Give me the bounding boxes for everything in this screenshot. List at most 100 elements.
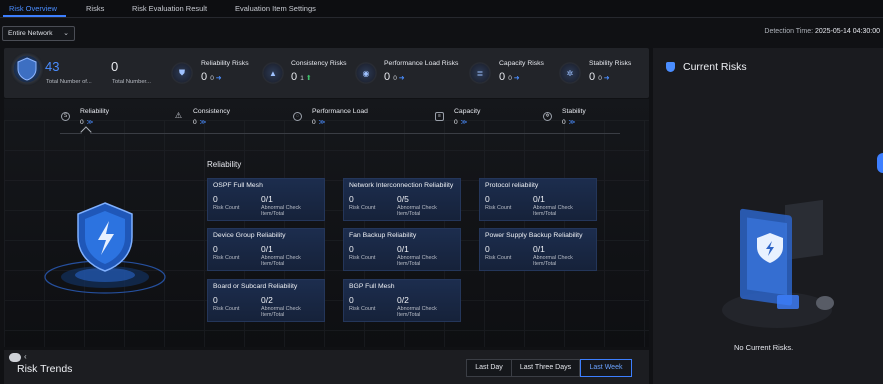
card-risk-count-label: Risk Count — [485, 205, 512, 211]
stability-risks-count: 0 — [589, 71, 596, 83]
card-abnormal-ratio: 0/5 — [397, 194, 409, 204]
total-risks-value: 0 — [111, 59, 119, 74]
card-title: BGP Full Mesh — [349, 283, 395, 290]
category-consistency-count: 0 — [193, 119, 197, 126]
reliability-card-protocol[interactable]: Protocol reliability 0 Risk Count 0/1 Ab… — [479, 178, 597, 221]
stability-icon: ✲ — [559, 62, 581, 84]
reliability-card-ospf-full-mesh[interactable]: OSPF Full Mesh 0 Risk Count 0/1 Abnormal… — [207, 178, 325, 221]
card-title: Fan Backup Reliability — [349, 232, 417, 239]
active-tab-indicator — [3, 15, 66, 17]
double-chevron-icon: ≫ — [318, 119, 326, 126]
total-risks-label: Total Number... — [112, 79, 151, 85]
chevron-down-icon: ⌄ — [63, 30, 69, 37]
chevron-left-icon[interactable]: ‹ — [24, 352, 27, 361]
performance-load-risks-count: 0 — [384, 71, 391, 83]
category-tab-reliability[interactable]: Reliability — [80, 108, 109, 115]
reliability-card-device-group[interactable]: Device Group Reliability 0 Risk Count 0/… — [207, 228, 325, 271]
detection-time: Detection Time: 2025-05-14 04:30:00 — [764, 28, 880, 35]
detection-time-label: Detection Time: — [764, 28, 814, 35]
arrow-right-icon: ➜ — [511, 75, 520, 82]
card-abnormal-ratio: 0/1 — [261, 194, 273, 204]
top-tab-bar: Risk Overview Risks Risk Evaluation Resu… — [0, 0, 883, 18]
card-title: Board or Subcard Reliability — [213, 283, 298, 290]
card-risk-count-label: Risk Count — [213, 255, 240, 261]
double-chevron-icon: ≫ — [86, 119, 94, 126]
category-tab-consistency[interactable]: Consistency — [193, 108, 230, 115]
card-abnormal-label: Abnormal Check Item/Total — [261, 205, 301, 217]
card-abnormal-ratio: 0/1 — [261, 244, 273, 254]
card-abnormal-label: Abnormal Check Item/Total — [533, 205, 573, 217]
database-icon: ≡ — [435, 112, 444, 121]
card-risk-count: 0 — [213, 194, 218, 204]
stability-risks-value[interactable]: 0 0 ➜ — [589, 71, 610, 83]
card-risk-count-label: Risk Count — [213, 306, 240, 312]
reliability-card-bgp-full-mesh[interactable]: BGP Full Mesh 0 Risk Count 0/2 Abnormal … — [343, 279, 461, 322]
reliability-risks-value[interactable]: 0 0 ➜ — [201, 71, 222, 83]
total-objects-ring-icon — [10, 52, 44, 86]
category-tab-stability[interactable]: Stability — [562, 108, 586, 115]
range-last-three-days-button[interactable]: Last Three Days — [511, 359, 580, 377]
category-tab-performance-load[interactable]: Performance Load — [312, 108, 368, 115]
reliability-card-board-subcard[interactable]: Board or Subcard Reliability 0 Risk Coun… — [207, 279, 325, 322]
network-scope-value: Entire Network — [8, 30, 53, 37]
category-performance-load-value: 0 ≫ — [312, 118, 326, 126]
card-risk-count: 0 — [349, 244, 354, 254]
category-tab-capacity[interactable]: Capacity — [454, 108, 480, 115]
card-risk-count: 0 — [349, 194, 354, 204]
shield-illustration-icon — [44, 202, 166, 294]
capacity-risks-count: 0 — [499, 71, 506, 83]
total-objects-label: Total Number of... — [46, 79, 92, 85]
total-objects-value: 43 — [45, 59, 60, 74]
arrow-right-icon: ➜ — [213, 75, 222, 82]
category-consistency-value: 0 ≫ — [193, 118, 207, 126]
reliability-card-network-interconnection[interactable]: Network Interconnection Reliability 0 Ri… — [343, 178, 461, 221]
card-abnormal-label: Abnormal Check Item/Total — [261, 255, 301, 267]
reliability-risk-shield-icon: ⛊ — [171, 62, 193, 84]
consistency-risks-value[interactable]: 0 1 ⬆ — [291, 71, 312, 83]
capacity-risks-value[interactable]: 0 0 ➜ — [499, 71, 520, 83]
arrow-up-icon: ⬆ — [303, 75, 312, 82]
category-divider — [60, 133, 620, 134]
no-current-risks-message: No Current Risks. — [734, 343, 794, 352]
stability-risks-title: Stability Risks — [589, 60, 632, 67]
card-title: Power Supply Backup Reliability — [485, 232, 583, 239]
category-reliability-count: 0 — [80, 119, 84, 126]
reliability-risks-title: Reliability Risks — [201, 60, 249, 67]
performance-load-risks-value[interactable]: 0 0 ➜ — [384, 71, 405, 83]
card-risk-count-label: Risk Count — [349, 306, 376, 312]
arrow-right-icon: ➜ — [601, 75, 610, 82]
consistency-risk-warning-triangle-icon: ▲ — [262, 62, 284, 84]
category-stability-count: 0 — [562, 119, 566, 126]
risk-shield-icon — [666, 62, 675, 72]
performance-load-risks-title: Performance Load Risks — [384, 60, 459, 67]
double-chevron-icon: ≫ — [568, 119, 576, 126]
card-abnormal-ratio: 0/2 — [261, 295, 273, 305]
card-risk-count-label: Risk Count — [349, 205, 376, 211]
panel-drag-handle[interactable] — [877, 153, 883, 173]
detection-time-value: 2025-05-14 04:30:00 — [815, 28, 880, 35]
card-risk-count: 0 — [349, 295, 354, 305]
warning-triangle-icon: ⚠ — [174, 111, 183, 120]
current-risks-title: Current Risks — [683, 61, 747, 73]
consistency-risks-title: Consistency Risks — [291, 60, 347, 67]
network-scope-select[interactable]: Entire Network ⌄ — [2, 26, 75, 41]
range-last-day-button[interactable]: Last Day — [466, 359, 512, 377]
tab-risks[interactable]: Risks — [86, 0, 104, 18]
chat-bubble-icon[interactable] — [9, 353, 21, 362]
card-abnormal-ratio: 0/1 — [533, 194, 545, 204]
capacity-risks-title: Capacity Risks — [499, 60, 544, 67]
card-abnormal-ratio: 0/1 — [533, 244, 545, 254]
card-risk-count: 0 — [213, 244, 218, 254]
reliability-card-fan-backup[interactable]: Fan Backup Reliability 0 Risk Count 0/1 … — [343, 228, 461, 271]
gauge-icon: ◌ — [293, 112, 302, 121]
capacity-database-icon: ≣ — [469, 62, 491, 84]
category-stability-value: 0 ≫ — [562, 118, 576, 126]
range-last-week-button[interactable]: Last Week — [580, 359, 632, 377]
double-chevron-icon: ≫ — [199, 119, 207, 126]
tab-evaluation-item-settings[interactable]: Evaluation Item Settings — [235, 0, 316, 18]
category-capacity-count: 0 — [454, 119, 458, 126]
reliability-card-power-supply-backup[interactable]: Power Supply Backup Reliability 0 Risk C… — [479, 228, 597, 271]
tab-risk-evaluation-result[interactable]: Risk Evaluation Result — [132, 0, 207, 18]
risk-summary-panel — [4, 48, 649, 98]
reliability-risks-count: 0 — [201, 71, 208, 83]
